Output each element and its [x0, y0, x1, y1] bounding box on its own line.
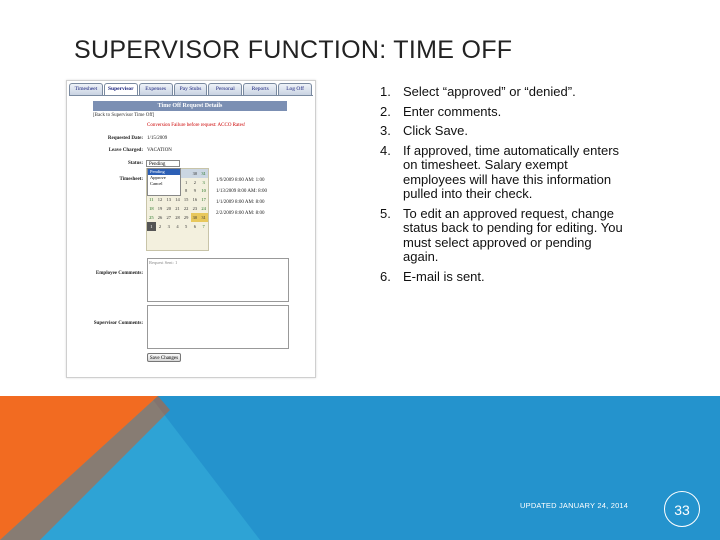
calendar-day[interactable]: 27 — [164, 213, 173, 222]
request-details-header: Time Off Request Details — [93, 101, 287, 111]
calendar-day[interactable]: 1 — [182, 178, 191, 187]
decorative-shapes — [0, 396, 720, 540]
instruction-number: 6. — [380, 268, 391, 284]
calendar-day[interactable]: 2 — [156, 222, 165, 231]
footer-date: UPDATED JANUARY 24, 2014 — [520, 501, 629, 510]
tab-timesheet[interactable]: Timesheet — [69, 83, 103, 95]
calendar-day[interactable]: 25 — [147, 213, 156, 222]
calendar-week: 11 12 13 14 15 16 17 — [147, 195, 208, 204]
status-dropdown-list[interactable]: Pending Approve Cancel — [147, 168, 181, 196]
instruction-number: 1. — [380, 84, 391, 99]
calendar-day[interactable]: 30 — [190, 169, 200, 178]
requested-date-value: 1/15/2009 — [147, 136, 168, 141]
tab-personal[interactable]: Personal — [208, 83, 243, 95]
calendar-day[interactable]: 21 — [173, 204, 182, 213]
instruction-item: 5. To edit an approved request, change st… — [380, 205, 630, 265]
calendar-week: 1234567 — [147, 221, 208, 231]
calendar-day[interactable]: 3 — [164, 222, 173, 231]
instruction-text: If approved, time automatically enters o… — [403, 142, 620, 201]
calendar-day[interactable]: 2 — [191, 178, 200, 187]
calendar-day[interactable]: 14 — [173, 195, 182, 204]
instruction-text: Select “approved” or “denied”. — [403, 84, 576, 99]
instruction-number: 2. — [380, 103, 391, 119]
employee-comments-text: Request Sent: 1 — [149, 260, 178, 265]
timesheet-entry: 2/2/2009 8:00 AM: 8:00 — [216, 211, 265, 216]
tab-expenses[interactable]: Expenses — [138, 83, 173, 95]
timesheet-label: Timesheet: — [119, 177, 143, 182]
calendar-day[interactable]: 9 — [191, 187, 200, 196]
tab-pay-stubs[interactable]: Pay Stubs — [173, 83, 208, 95]
employee-comments-label: Employee Comments: — [95, 271, 143, 276]
calendar-day[interactable]: 16 — [191, 195, 200, 204]
calendar-day[interactable]: 17 — [199, 195, 208, 204]
supervisor-comments-textarea[interactable] — [147, 305, 289, 349]
instruction-number: 5. — [380, 205, 391, 221]
tab-bar: Timesheet Supervisor Expenses Pay Stubs … — [69, 83, 313, 95]
instruction-text: To edit an approved request, change stat… — [403, 205, 623, 264]
calendar-day[interactable]: 31 — [199, 169, 208, 178]
instruction-item: 2. Enter comments. — [380, 103, 630, 120]
instruction-list: 1. Select “approved” or “denied”. 2. Enter … — [380, 84, 630, 289]
status-label: Status: — [127, 161, 143, 166]
calendar-day[interactable]: 13 — [164, 195, 173, 204]
timesheet-entry: 1/1/2009 8:00 AM: 8:00 — [216, 200, 265, 205]
tab-log-off[interactable]: Log Off — [278, 83, 313, 95]
instruction-item: 1. Select “approved” or “denied”. — [380, 84, 630, 100]
calendar-day[interactable]: 26 — [156, 213, 165, 222]
calendar-day[interactable]: 5 — [182, 222, 191, 231]
calendar-day[interactable]: 6 — [191, 222, 200, 231]
leave-charged-label: Leave Charged: — [108, 148, 143, 153]
calendar-day[interactable]: 23 — [191, 204, 200, 213]
instruction-text: E-mail is sent. — [403, 268, 485, 284]
instruction-item: 6. E-mail is sent. — [380, 268, 630, 285]
calendar-day[interactable]: 7 — [199, 222, 208, 231]
back-link[interactable]: [Back to Supervisor Time Off] — [93, 113, 154, 118]
calendar-day[interactable]: 15 — [182, 195, 191, 204]
supervisor-comments-label: Supervisor Comments: — [93, 321, 143, 326]
instruction-text: Click Save. — [403, 123, 469, 138]
status-option[interactable]: Cancel — [148, 181, 180, 187]
save-changes-button[interactable]: Save Changes — [147, 353, 181, 362]
calendar-week: 25 26 27 28 29 30 31 — [147, 212, 208, 222]
tab-supervisor[interactable]: Supervisor — [103, 83, 138, 95]
decorative-band — [0, 396, 720, 540]
timesheet-entry: 1/13/2009 8:00 AM: 8:00 — [216, 189, 267, 194]
calendar-day[interactable]: 31 — [199, 212, 208, 222]
calendar-day[interactable]: 22 — [182, 204, 191, 213]
leave-charged-value: VACATION — [147, 148, 172, 153]
slide-title: SUPERVISOR FUNCTION: TIME OFF — [74, 36, 513, 64]
instruction-text: Enter comments. — [403, 103, 502, 119]
status-select[interactable]: Pending — [146, 160, 180, 167]
instruction-item: 4. If approved, time automatically enters… — [380, 142, 630, 202]
calendar-day[interactable]: 1 — [147, 221, 156, 231]
calendar-day[interactable]: 20 — [164, 204, 173, 213]
calendar-day[interactable]: 10 — [199, 187, 208, 196]
instruction-number: 4. — [380, 142, 391, 158]
calendar-day[interactable] — [181, 169, 191, 178]
calendar-day[interactable]: 28 — [173, 213, 182, 222]
instruction-item: 3. Click Save. — [380, 123, 630, 139]
tab-underline — [69, 95, 313, 96]
calendar-day[interactable]: 3 — [199, 178, 208, 187]
requested-date-label: Requested Date: — [107, 136, 143, 141]
calendar-day[interactable]: 12 — [156, 195, 165, 204]
calendar-day[interactable]: 11 — [147, 195, 156, 204]
warning-text: Conversion Failure before request: ACCO … — [147, 123, 246, 128]
tab-reports[interactable]: Reports — [243, 83, 278, 95]
calendar-day[interactable]: 30 — [190, 212, 200, 222]
calendar-day[interactable]: 29 — [182, 213, 191, 222]
calendar-day[interactable]: 8 — [182, 187, 191, 196]
embedded-screenshot: Timesheet Supervisor Expenses Pay Stubs … — [66, 80, 316, 378]
calendar-day[interactable]: 18 — [147, 204, 156, 213]
instruction-number: 3. — [380, 123, 391, 138]
employee-comments-textarea[interactable]: Request Sent: 1 — [147, 258, 289, 302]
calendar-week: 18 19 20 21 22 23 24 — [147, 204, 208, 213]
calendar-day[interactable]: 19 — [156, 204, 165, 213]
calendar-day[interactable]: 24 — [199, 204, 208, 213]
calendar-day[interactable]: 4 — [173, 222, 182, 231]
timesheet-entry: 1/9/2009 8:00 AM: 1:00 — [216, 178, 265, 183]
page-number: 33 — [664, 491, 700, 527]
